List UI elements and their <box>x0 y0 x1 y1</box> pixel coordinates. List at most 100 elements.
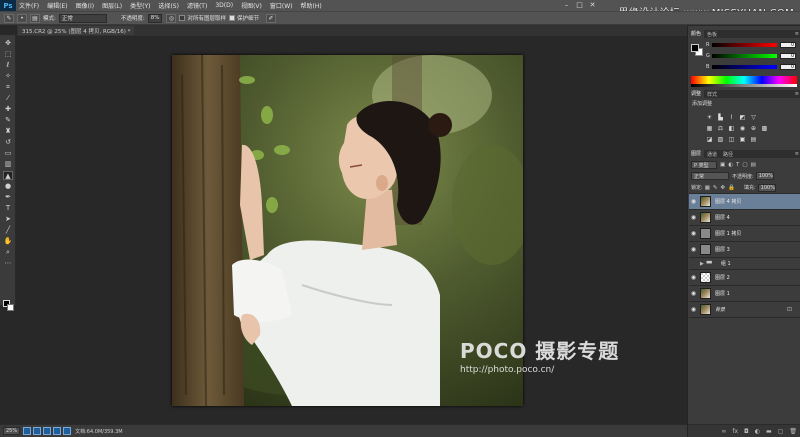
layer-row[interactable]: ◉ 图层 1 拷贝 <box>689 226 800 242</box>
pen-tool-icon[interactable]: ✒ <box>3 193 13 202</box>
lock-position-icon[interactable]: ✥ <box>721 185 726 191</box>
curves-icon[interactable]: ⌇ <box>728 114 735 121</box>
background-color-swatch[interactable] <box>7 304 14 311</box>
layer-group-row[interactable]: ▶ ▬ 组 1 <box>689 258 800 270</box>
layer-style-icon[interactable]: fx <box>732 428 738 435</box>
taskbar-app-icon[interactable] <box>53 427 62 435</box>
menu-layer[interactable]: 图层(L) <box>102 1 122 10</box>
fill-field[interactable]: 100% <box>757 183 776 192</box>
eye-icon[interactable]: ◉ <box>689 230 698 237</box>
layer-opacity-field[interactable]: 100% <box>755 172 774 180</box>
layer-row[interactable]: ◉ 图层 4 拷贝 <box>689 194 800 210</box>
layer-row[interactable]: ◉ 图层 1 <box>689 286 800 302</box>
new-group-icon[interactable]: ▬ <box>766 428 772 435</box>
filter-adjustment-icon[interactable]: ◐ <box>728 162 733 168</box>
maximize-button[interactable]: □ <box>573 0 586 10</box>
brightness-icon[interactable]: ☀ <box>706 114 713 121</box>
menu-image[interactable]: 图像(I) <box>76 1 94 10</box>
selective-color-icon[interactable]: ▣ <box>739 136 746 143</box>
menu-edit[interactable]: 编辑(E) <box>47 1 67 10</box>
menu-help[interactable]: 帮助(H) <box>301 1 322 10</box>
crop-tool-icon[interactable]: ⌗ <box>3 83 13 92</box>
eye-icon[interactable]: ◉ <box>689 290 698 297</box>
marquee-tool-icon[interactable]: ⬚ <box>3 50 13 59</box>
brush-size-icon[interactable]: • <box>17 13 27 23</box>
black-white-icon[interactable]: ◧ <box>728 125 735 132</box>
menu-filter[interactable]: 滤镜(T) <box>187 1 207 10</box>
delete-layer-icon[interactable]: 🗑 <box>789 428 797 435</box>
layer-row[interactable]: ◉ 图层 2 <box>689 270 800 286</box>
taskbar-app-icon[interactable] <box>33 427 42 435</box>
menu-3d[interactable]: 3D(D) <box>215 2 233 9</box>
filter-type-icon[interactable]: T <box>736 162 739 168</box>
eraser-tool-icon[interactable]: ▭ <box>3 149 13 158</box>
close-button[interactable]: ✕ <box>586 0 599 10</box>
history-brush-tool-icon[interactable]: ↺ <box>3 138 13 147</box>
healing-brush-tool-icon[interactable]: ✚ <box>3 105 13 114</box>
threshold-icon[interactable]: ◫ <box>728 136 735 143</box>
blue-value-field[interactable]: 0 <box>780 64 796 70</box>
green-value-field[interactable]: 0 <box>780 53 796 59</box>
channel-mixer-icon[interactable]: ⊕ <box>750 125 757 132</box>
foreground-color-swatch[interactable] <box>691 44 699 52</box>
layer-row[interactable]: ◉ 图层 3 <box>689 242 800 258</box>
opacity-field[interactable]: 8% <box>147 13 163 23</box>
dodge-tool-icon[interactable]: ● <box>3 182 13 191</box>
layer-row[interactable]: ◉ 图层 4 <box>689 210 800 226</box>
blue-slider[interactable] <box>712 65 777 69</box>
menu-select[interactable]: 选择(S) <box>158 1 179 10</box>
taskbar-app-icon[interactable] <box>23 427 32 435</box>
new-adjustment-icon[interactable]: ◐ <box>755 428 760 435</box>
blur-tool-icon[interactable]: ▲ <box>3 171 13 180</box>
minimize-button[interactable]: – <box>560 0 573 10</box>
tab-adjustments[interactable]: 调整 <box>688 90 705 98</box>
pressure-opacity-icon[interactable]: ◎ <box>166 13 177 23</box>
quick-select-tool-icon[interactable]: ✧ <box>3 72 13 81</box>
blend-mode-select[interactable]: 正常 <box>691 172 729 180</box>
gradient-map-icon[interactable]: ▤ <box>750 136 757 143</box>
levels-icon[interactable]: ▙ <box>717 114 724 121</box>
document-size-info[interactable]: 文档:64.0M/359.3M <box>75 428 122 435</box>
filter-pixel-icon[interactable]: ▣ <box>720 162 725 168</box>
type-tool-icon[interactable]: T <box>3 204 13 213</box>
tab-layers[interactable]: 图层 <box>688 150 705 158</box>
pressure-size-icon[interactable]: ✐ <box>265 13 276 23</box>
zoom-tool-icon[interactable]: ⌕ <box>3 248 13 257</box>
photo-filter-icon[interactable]: ◉ <box>739 125 746 132</box>
hue-saturation-icon[interactable]: ▦ <box>706 125 713 132</box>
lock-transparent-icon[interactable]: ▦ <box>705 185 710 191</box>
hand-tool-icon[interactable]: ✋ <box>3 237 13 246</box>
panel-menu-icon[interactable]: ≡ <box>795 151 799 157</box>
shape-tool-icon[interactable]: ╱ <box>3 226 13 235</box>
eye-icon[interactable]: ◉ <box>689 274 698 281</box>
taskbar-app-icon[interactable] <box>63 427 72 435</box>
eye-icon[interactable]: ◉ <box>689 214 698 221</box>
eyedropper-tool-icon[interactable]: ⁄ <box>3 94 13 103</box>
protect-detail-checkbox[interactable] <box>228 15 235 21</box>
lasso-tool-icon[interactable]: ℓ <box>3 61 13 70</box>
link-layers-icon[interactable]: ∞ <box>721 428 726 435</box>
mode-select[interactable]: 正常 <box>58 13 107 23</box>
clone-stamp-tool-icon[interactable]: ♜ <box>3 127 13 136</box>
move-tool-icon[interactable]: ✥ <box>3 39 13 48</box>
menu-window[interactable]: 窗口(W) <box>270 1 293 10</box>
eye-icon[interactable]: ◉ <box>689 306 698 313</box>
layer-kind-select[interactable]: P 类型 <box>691 161 717 169</box>
taskbar-app-icon[interactable] <box>43 427 52 435</box>
exposure-icon[interactable]: ◩ <box>739 114 746 121</box>
eye-icon[interactable]: ◉ <box>689 198 698 205</box>
tab-styles[interactable]: 样式 <box>704 91 720 98</box>
add-mask-icon[interactable]: ◘ <box>744 428 749 435</box>
lock-all-icon[interactable]: 🔒 <box>728 185 735 191</box>
tab-color[interactable]: 颜色 <box>688 30 705 38</box>
eye-icon[interactable]: ◉ <box>689 246 698 253</box>
panel-menu-icon[interactable]: ≡ <box>795 31 799 37</box>
filter-smart-icon[interactable]: ▤ <box>751 162 756 168</box>
tab-swatches[interactable]: 色板 <box>704 31 720 38</box>
menu-view[interactable]: 视图(V) <box>241 1 262 10</box>
invert-icon[interactable]: ◪ <box>706 136 713 143</box>
extra-tool-icon[interactable]: ⋯ <box>3 259 13 268</box>
expand-arrow-icon[interactable]: ▶ <box>700 261 704 267</box>
zoom-field[interactable]: 25% <box>3 427 21 435</box>
red-value-field[interactable]: 0 <box>780 42 796 48</box>
